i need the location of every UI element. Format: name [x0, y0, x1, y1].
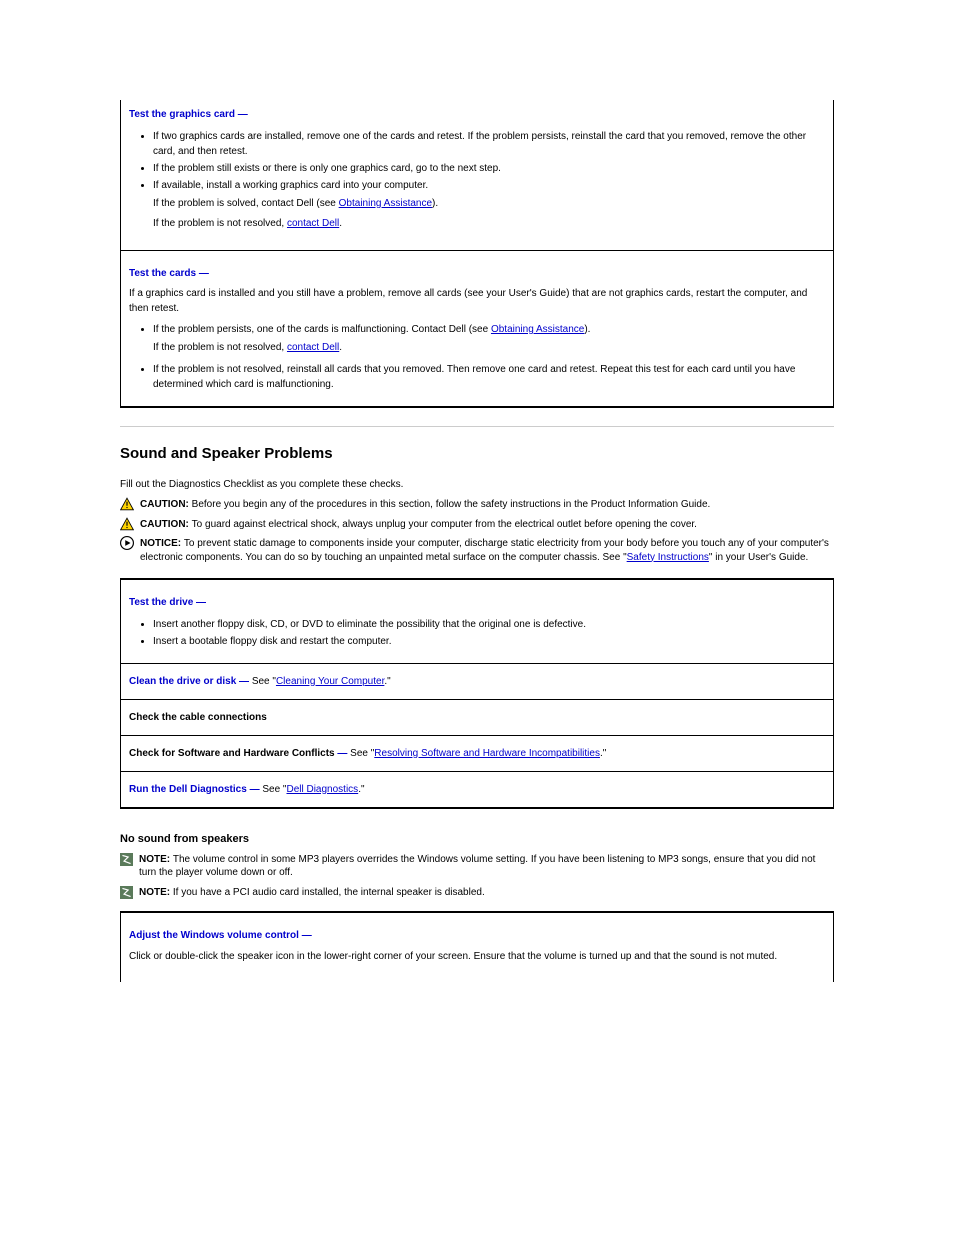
list-item: If the problem is not resolved, reinstal… — [153, 362, 825, 392]
text: ." — [384, 676, 390, 687]
dash: — — [337, 748, 347, 759]
cards-list-2: If the problem is not resolved, reinstal… — [129, 362, 825, 392]
caution-text: To guard against electrical shock, alway… — [192, 519, 697, 530]
caution-label: CAUTION: — [140, 499, 192, 510]
obtaining-assistance-link[interactable]: Obtaining Assistance — [491, 324, 584, 335]
text: ). — [432, 198, 438, 209]
text: If the problem is not resolved, — [153, 342, 287, 353]
text: . — [339, 218, 342, 229]
note-text: If you have a PCI audio card installed, … — [173, 887, 485, 898]
cards-resolve: If the problem is not resolved, contact … — [129, 341, 825, 356]
notice-row: NOTICE: To prevent static damage to comp… — [120, 537, 834, 564]
note-label: NOTE: — [139, 887, 173, 898]
lead-clean-drive: Clean the drive or disk — — [129, 676, 249, 687]
list-item: If two graphics cards are installed, rem… — [153, 129, 825, 159]
graphics-resolve: If the problem is not resolved, contact … — [129, 217, 825, 232]
graphics-list: If two graphics cards are installed, rem… — [129, 129, 825, 193]
lead-conflicts: Check for Software and Hardware Conflict… — [129, 748, 337, 759]
obtaining-assistance-link[interactable]: Obtaining Assistance — [339, 198, 432, 209]
caution-1: CAUTION: Before you begin any of the pro… — [120, 498, 834, 512]
check-cables-cell: Check the cable connections — [120, 700, 834, 736]
list-item: If available, install a working graphics… — [153, 178, 825, 193]
contact-dell-link[interactable]: contact Dell — [287, 218, 339, 229]
lead-adjust-volume: Adjust the Windows volume control — — [129, 930, 312, 941]
list-item: Insert another floppy disk, CD, or DVD t… — [153, 617, 825, 632]
lead-run-diag: Run the Dell Diagnostics — — [129, 784, 260, 795]
safety-instructions-link[interactable]: Safety Instructions — [627, 552, 709, 563]
test-drive-cell: Test the drive — Insert another floppy d… — [120, 578, 834, 664]
warning-icon — [120, 497, 134, 511]
text: If the problem is solved, contact Dell (… — [153, 198, 339, 209]
text: ." — [358, 784, 364, 795]
graphics-trailing: If the problem is solved, contact Dell (… — [129, 197, 825, 212]
resolving-incompat-link[interactable]: Resolving Software and Hardware Incompat… — [374, 748, 600, 759]
cleaning-computer-link[interactable]: Cleaning Your Computer — [276, 676, 384, 687]
volume-text: Click or double-click the speaker icon i… — [129, 950, 825, 965]
note-icon — [120, 886, 133, 899]
notice-text: " in your User's Guide. — [709, 552, 808, 563]
clean-drive-cell: Clean the drive or disk — See "Cleaning … — [120, 664, 834, 700]
list-item: Insert a bootable floppy disk and restar… — [153, 634, 825, 649]
caution-2: CAUTION: To guard against electrical sho… — [120, 518, 834, 532]
notice-icon — [120, 536, 134, 550]
subsection-heading: No sound from speakers — [120, 833, 834, 845]
text: See " — [260, 784, 287, 795]
note-1: NOTE: The volume control in some MP3 pla… — [120, 853, 834, 880]
text: If the problem is not resolved, — [153, 218, 287, 229]
list-item: If the problem still exists or there is … — [153, 161, 825, 176]
lead-test-drive: Test the drive — — [129, 597, 206, 608]
graphics-card-cell: Test the graphics card — If two graphics… — [120, 100, 834, 251]
text: If the problem persists, one of the card… — [153, 324, 491, 335]
caution-text: Before you begin any of the procedures i… — [192, 499, 711, 510]
text: ). — [584, 324, 590, 335]
test-cards-cell: Test the cards — If a graphics card is i… — [120, 251, 834, 408]
caution-label: CAUTION: — [140, 519, 192, 530]
run-diag-cell: Run the Dell Diagnostics — See "Dell Dia… — [120, 772, 834, 809]
lead-test-graphics: Test the graphics card — — [129, 109, 248, 120]
lead-test-cards: Test the cards — — [129, 268, 209, 279]
note-2: NOTE: If you have a PCI audio card insta… — [120, 886, 834, 900]
text: ." — [600, 748, 606, 759]
cards-list: If the problem persists, one of the card… — [129, 322, 825, 337]
contact-dell-link[interactable]: contact Dell — [287, 342, 339, 353]
volume-cell: Adjust the Windows volume control — Clic… — [120, 911, 834, 982]
text: . — [339, 342, 342, 353]
notice-label: NOTICE: — [140, 538, 184, 549]
intro-text: Fill out the Diagnostics Checklist as yo… — [120, 478, 834, 493]
drive-list: Insert another floppy disk, CD, or DVD t… — [129, 617, 825, 649]
check-cables-text: Check the cable connections — [129, 712, 267, 723]
text: See " — [249, 676, 276, 687]
text: See " — [347, 748, 374, 759]
warning-icon — [120, 517, 134, 531]
section-heading: Sound and Speaker Problems — [120, 445, 834, 462]
test-cards-sentence: If a graphics card is installed and you … — [129, 287, 825, 316]
conflicts-cell: Check for Software and Hardware Conflict… — [120, 736, 834, 772]
divider — [120, 426, 834, 427]
list-item: If the problem persists, one of the card… — [153, 322, 825, 337]
note-text: The volume control in some MP3 players o… — [139, 854, 815, 879]
dell-diagnostics-link[interactable]: Dell Diagnostics — [286, 784, 358, 795]
note-icon — [120, 853, 133, 866]
note-label: NOTE: — [139, 854, 173, 865]
